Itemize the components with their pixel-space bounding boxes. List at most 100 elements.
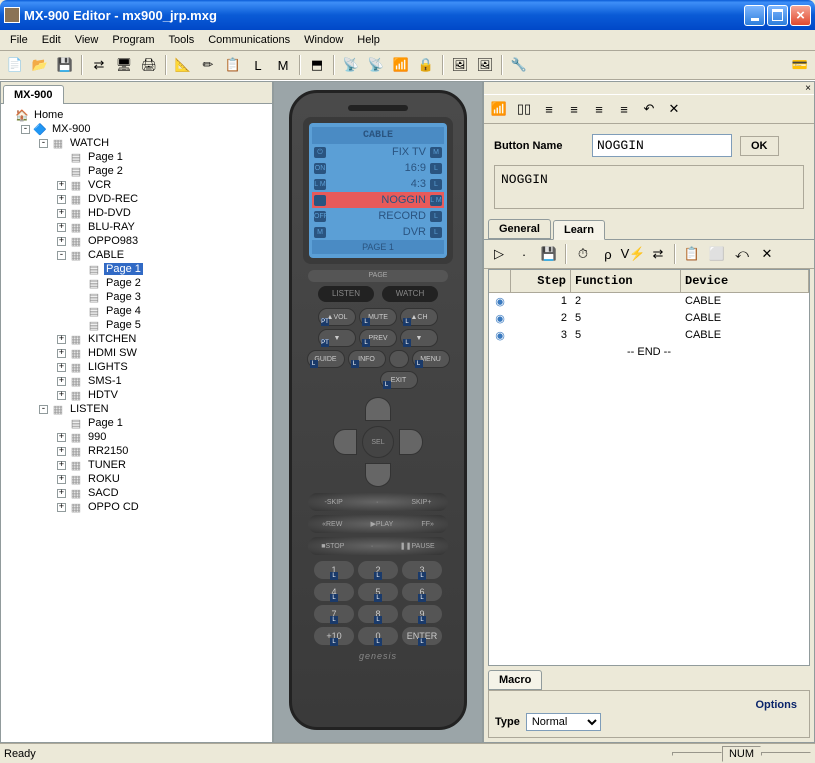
numpad-9[interactable]: 9L [402, 605, 442, 623]
tree-item[interactable]: -WATCH [3, 136, 270, 150]
toolbar-button[interactable]: ⇄ [88, 54, 110, 76]
toolbar-button[interactable]: 📂 [29, 54, 51, 76]
toolbar-button[interactable]: · [513, 243, 535, 265]
dpad-select[interactable]: SEL [362, 426, 394, 458]
guide-button[interactable]: GUIDEL [307, 350, 345, 368]
tree-item[interactable]: +SACD [3, 486, 270, 500]
tree-item[interactable]: +VCR [3, 178, 270, 192]
toolbar-button[interactable]: 🔧 [508, 54, 530, 76]
panel-close-icon[interactable]: × [484, 82, 814, 94]
numpad-1[interactable]: 1L [314, 561, 354, 579]
prev-ch-button[interactable]: PREVL [359, 329, 397, 347]
tree-item[interactable]: +SMS-1 [3, 374, 270, 388]
type-select[interactable]: Normal [526, 713, 601, 731]
numpad-ENTER[interactable]: ENTERL [402, 627, 442, 645]
button-name-input[interactable] [592, 134, 732, 157]
toolbar-button[interactable]: 📶 [488, 98, 510, 120]
toolbar-button[interactable]: M [272, 54, 294, 76]
tree-item[interactable]: -CABLE [3, 248, 270, 262]
toolbar-button[interactable]: ≡ [538, 98, 560, 120]
menu-communications[interactable]: Communications [202, 32, 296, 48]
toolbar-button[interactable]: ↶ [638, 98, 660, 120]
tree-item[interactable]: Page 5 [3, 318, 270, 332]
vol-up-button[interactable]: ▲VOLPT [318, 308, 356, 326]
dpad-left[interactable] [333, 429, 357, 455]
toolbar-button[interactable]: 🖼 [449, 54, 471, 76]
listen-mode-button[interactable]: LISTEN [318, 286, 374, 302]
numpad-+10[interactable]: +10L [314, 627, 354, 645]
tree-item[interactable]: +DVD-REC [3, 192, 270, 206]
numpad-6[interactable]: 6L [402, 583, 442, 601]
toolbar-button[interactable]: 🔒 [415, 54, 437, 76]
grid-body[interactable]: ◉12CABLE◉25CABLE◉35CABLE-- END -- [489, 293, 809, 665]
lcd-row[interactable]: L M4:3L [312, 176, 444, 192]
dpad-up[interactable] [365, 397, 391, 421]
tree-item[interactable]: +ROKU [3, 472, 270, 486]
numpad-4[interactable]: 4L [314, 583, 354, 601]
ch-up-button[interactable]: ▲CHL [400, 308, 438, 326]
tree-item[interactable]: Page 4 [3, 304, 270, 318]
toolbar-button[interactable]: 💾 [54, 54, 76, 76]
minimize-button[interactable] [744, 5, 765, 26]
tree-tab[interactable]: MX-900 [3, 85, 64, 104]
lcd-row[interactable]: MDVRL [312, 224, 444, 240]
device-tree[interactable]: 🏠Home-🔷MX-900-WATCHPage 1Page 2+VCR+DVD-… [1, 104, 272, 742]
toolbar-button[interactable]: 🖥 [113, 54, 135, 76]
toolbar-button[interactable]: 📡 [365, 54, 387, 76]
menu-program[interactable]: Program [106, 32, 160, 48]
toolbar-button[interactable]: 📋 [222, 54, 244, 76]
toolbar-button[interactable]: ⤺ [731, 243, 753, 265]
macro-step-row[interactable]: ◉25CABLE [489, 310, 809, 327]
transport-stop[interactable]: ■STOP·❚❚PAUSE [308, 537, 448, 555]
numpad-2[interactable]: 2L [358, 561, 398, 579]
toolbar-button[interactable]: 💾 [538, 243, 560, 265]
tree-item[interactable]: +HDMI SW [3, 346, 270, 360]
numpad-7[interactable]: 7L [314, 605, 354, 623]
toolbar-button[interactable]: ≡ [588, 98, 610, 120]
menu-help[interactable]: Help [351, 32, 386, 48]
tree-item[interactable]: Page 1 [3, 416, 270, 430]
grid-header-function[interactable]: Function [571, 270, 681, 292]
tree-item[interactable]: 🏠Home [3, 108, 270, 122]
dpad-right[interactable] [399, 429, 423, 455]
transport-skip[interactable]: -SKIP·SKIP+ [308, 493, 448, 511]
tree-item[interactable]: +OPPO CD [3, 500, 270, 514]
options-link[interactable]: Options [495, 697, 803, 713]
page-rocker[interactable]: PAGE [308, 270, 448, 282]
tree-item[interactable]: +HD-DVD [3, 206, 270, 220]
toolbar-button[interactable]: ⇄ [647, 243, 669, 265]
numpad-8[interactable]: 8L [358, 605, 398, 623]
ch-down-button[interactable]: ▼L [400, 329, 438, 347]
tree-item[interactable]: +TUNER [3, 458, 270, 472]
grid-header-device[interactable]: Device [681, 270, 809, 292]
menu-file[interactable]: File [4, 32, 34, 48]
menu-edit[interactable]: Edit [36, 32, 67, 48]
toolbar-button[interactable]: 🖼 [474, 54, 496, 76]
toolbar-button[interactable]: 📋 [681, 243, 703, 265]
tree-item[interactable]: -LISTEN [3, 402, 270, 416]
toolbar-button[interactable]: ≡ [613, 98, 635, 120]
info-button[interactable]: INFOL [348, 350, 386, 368]
menu-window[interactable]: Window [298, 32, 349, 48]
vol-down-button[interactable]: ▼PT [318, 329, 356, 347]
toolbar-button[interactable]: ⬒ [306, 54, 328, 76]
dpad-down[interactable] [365, 463, 391, 487]
lcd-row[interactable]: NOGGINL M [312, 192, 444, 208]
toolbar-card-icon[interactable]: 💳 [789, 54, 811, 76]
menu-tools[interactable]: Tools [163, 32, 201, 48]
lcd-row[interactable]: OFFRECORDL [312, 208, 444, 224]
tree-item[interactable]: +HDTV [3, 388, 270, 402]
grid-header-step[interactable]: Step [511, 270, 571, 292]
toolbar-button[interactable]: 🖨 [138, 54, 160, 76]
ok-button[interactable]: OK [740, 136, 779, 156]
toolbar-button[interactable]: ▯▯ [513, 98, 535, 120]
macro-step-row[interactable]: ◉12CABLE [489, 293, 809, 310]
tree-item[interactable]: +KITCHEN [3, 332, 270, 346]
tree-item[interactable]: Page 2 [3, 276, 270, 290]
tree-item[interactable]: +OPPO983 [3, 234, 270, 248]
toolbar-button[interactable]: 📐 [172, 54, 194, 76]
toolbar-button[interactable]: 📄 [4, 54, 26, 76]
mute-button[interactable]: MUTEL [359, 308, 397, 326]
macro-step-row[interactable]: ◉35CABLE [489, 327, 809, 344]
transport-play[interactable]: «REW▶PLAYFF» [308, 515, 448, 533]
